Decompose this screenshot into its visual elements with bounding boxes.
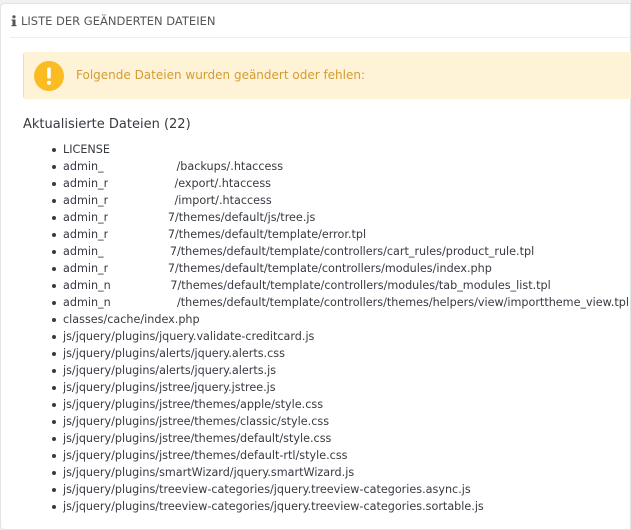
- list-item: admin_rxxxxxxxxx7/themes/default/templat…: [51, 226, 629, 243]
- list-item: js/jquery/plugins/jstree/themes/default/…: [51, 430, 629, 447]
- list-item: admin_xxxxxxxxxx7/themes/default/templat…: [51, 243, 629, 260]
- updated-files-title: Aktualisierte Dateien (22): [23, 117, 191, 132]
- panel-title: LISTE DER GEÄNDERTEN DATEIEN: [21, 13, 216, 28]
- updated-files-list: LICENSE admin_xxxxxxxxxxx/backups/.htacc…: [51, 141, 629, 515]
- list-item: js/jquery/plugins/jquery.validate-credit…: [51, 328, 629, 345]
- warning-icon: [34, 61, 64, 91]
- alert-message: Folgende Dateien wurden geändert oder fe…: [76, 68, 366, 82]
- warning-alert: Folgende Dateien wurden geändert oder fe…: [23, 52, 631, 99]
- list-item: admin_xxxxxxxxxxx/backups/.htaccess: [51, 158, 629, 175]
- list-item: admin_rxxxxxxxxxx/export/.htaccess: [51, 175, 629, 192]
- list-item: js/jquery/plugins/jstree/themes/apple/st…: [51, 396, 629, 413]
- list-item: admin_rxxxxxxxxxx/import/.htaccess: [51, 192, 629, 209]
- info-icon: [10, 14, 18, 27]
- list-item: js/jquery/plugins/jstree/themes/default-…: [51, 447, 629, 464]
- list-item: js/jquery/plugins/jstree/jquery.jstree.j…: [51, 379, 629, 396]
- list-item: js/jquery/plugins/alerts/jquery.alerts.j…: [51, 362, 629, 379]
- list-item: classes/cache/index.php: [51, 311, 629, 328]
- list-item: js/jquery/plugins/alerts/jquery.alerts.c…: [51, 345, 629, 362]
- list-item: admin_rxxxxxxxxx7/themes/default/templat…: [51, 260, 629, 277]
- list-item: admin_rxxxxxxxxx7/themes/default/js/tree…: [51, 209, 629, 226]
- list-item: js/jquery/plugins/treeview-categories/jq…: [51, 481, 629, 498]
- list-item: js/jquery/plugins/treeview-categories/jq…: [51, 498, 629, 515]
- panel-heading: LISTE DER GEÄNDERTEN DATEIEN: [10, 4, 630, 38]
- list-item: js/jquery/plugins/jstree/themes/classic/…: [51, 413, 629, 430]
- list-item: LICENSE: [51, 141, 629, 158]
- changed-files-panel: LISTE DER GEÄNDERTEN DATEIEN Folgende Da…: [0, 3, 631, 530]
- list-item: admin_nxxxxxxxxx7/themes/default/templat…: [51, 277, 629, 294]
- list-item: js/jquery/plugins/smartWizard/jquery.sma…: [51, 464, 629, 481]
- list-item: admin_nxxxxxxxxxx/themes/default/templat…: [51, 294, 629, 311]
